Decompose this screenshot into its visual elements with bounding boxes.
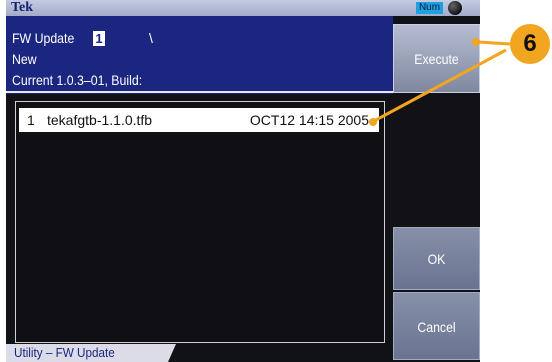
cancel-button-label: Cancel: [417, 319, 456, 335]
status-indicator-icon: [448, 1, 462, 15]
menu-tab-label: Utility – FW Update: [14, 345, 115, 360]
fw-update-title: FW Update: [12, 30, 75, 46]
file-list: 1 tekafgtb-1.1.0.tfb OCT12 14:15 2005: [15, 101, 385, 343]
execute-button[interactable]: Execute: [393, 24, 480, 93]
menu-tab-utility-fw-update: Utility – FW Update: [6, 344, 176, 362]
ok-button[interactable]: OK: [393, 227, 480, 290]
path-separator: \: [149, 30, 153, 46]
header-divider: [6, 91, 393, 93]
execute-button-label: Execute: [414, 51, 459, 67]
callout-leader-line: [477, 40, 511, 46]
num-lock-badge: Num: [416, 2, 443, 14]
file-index: 1: [27, 112, 35, 128]
file-name: tekafgtb-1.1.0.tfb: [47, 112, 153, 128]
brand-logo: Tek: [11, 0, 34, 15]
ok-button-label: OK: [427, 251, 446, 267]
status-bar: Tek Num: [6, 0, 480, 16]
file-char-input[interactable]: 1: [93, 31, 105, 46]
cancel-button[interactable]: Cancel: [393, 292, 480, 360]
current-version-label: Current 1.0.3–01, Build:: [12, 72, 143, 88]
callout-number: 6: [523, 30, 537, 57]
instrument-screen: Tek Num FW Update 1 \ New Current 1.0.3–…: [6, 0, 480, 362]
new-label: New: [12, 51, 37, 67]
file-date: OCT12 14:15 2005: [249, 112, 369, 128]
softkey-blank: [393, 95, 480, 225]
file-list-item[interactable]: 1 tekafgtb-1.1.0.tfb OCT12 14:15 2005: [19, 108, 379, 132]
